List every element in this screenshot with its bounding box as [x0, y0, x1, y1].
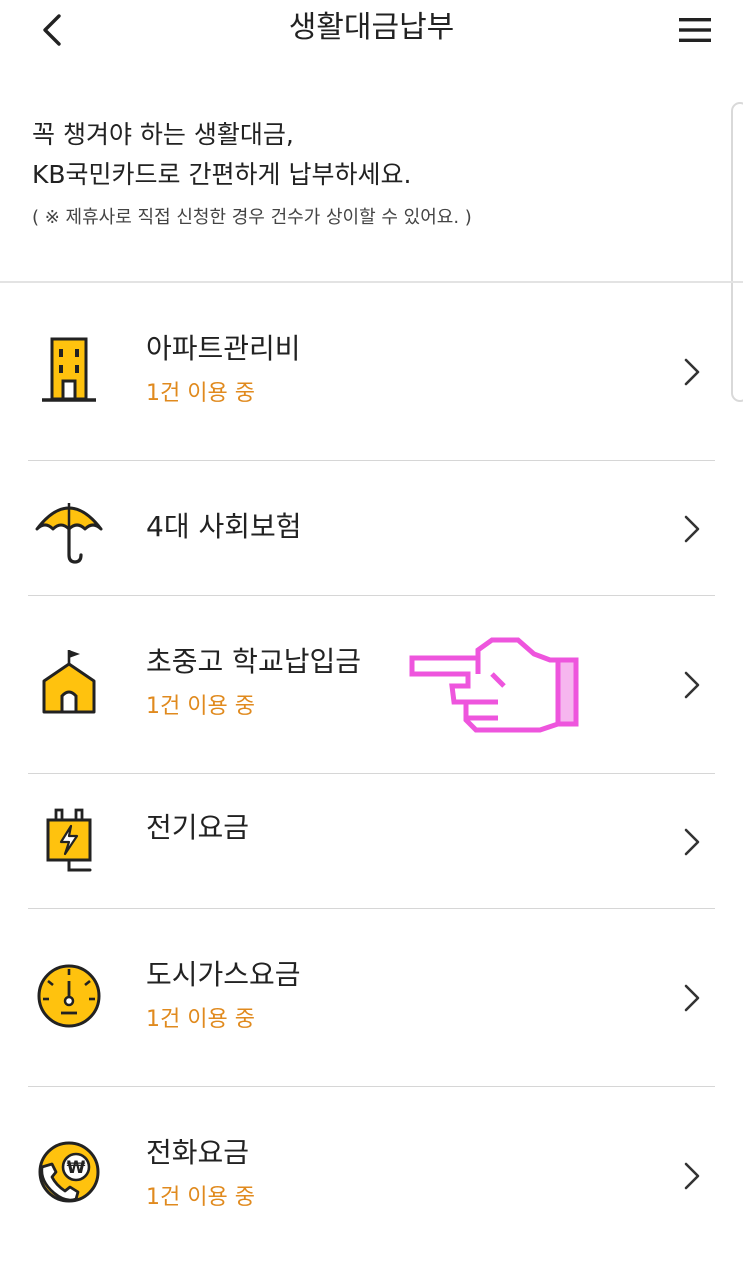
page-title: 생활대금납부 — [288, 10, 455, 45]
school-icon — [34, 646, 104, 716]
menu-button[interactable] — [675, 10, 715, 50]
list-item-electricity-bill[interactable]: 전기요금 — [0, 774, 743, 909]
item-name: 아파트관리비 — [146, 332, 301, 365]
hamburger-menu-icon — [679, 18, 711, 42]
apartment-building-icon — [34, 335, 104, 405]
phone-won-icon: ₩ — [34, 1137, 104, 1207]
back-button[interactable] — [30, 8, 74, 52]
chevron-left-icon — [43, 14, 61, 46]
intro-line-2: KB국민카드로 간편하게 납부하세요. — [32, 160, 412, 189]
item-status: 1건 이용 중 — [146, 1185, 255, 1210]
umbrella-icon — [34, 495, 104, 565]
chevron-right-icon — [684, 358, 700, 386]
svg-text:₩: ₩ — [67, 1158, 86, 1178]
payment-list: 아파트관리비 1건 이용 중 4대 사회보험 초중고 학교납입금 1건 이용 중… — [0, 283, 743, 1265]
list-item-school-fee[interactable]: 초중고 학교납입금 1건 이용 중 — [0, 596, 743, 774]
intro-section: 꼭 챙겨야 하는 생활대금, KB국민카드로 간편하게 납부하세요. ( ※ 제… — [32, 115, 712, 233]
intro-note: ( ※ 제휴사로 직접 신청한 경우 건수가 상이할 수 있어요. ) — [32, 207, 472, 228]
item-status: 1건 이용 중 — [146, 1007, 255, 1032]
electric-plug-icon — [34, 806, 104, 876]
chevron-right-icon — [684, 515, 700, 543]
chevron-right-icon — [684, 984, 700, 1012]
app-header: 생활대금납부 — [0, 0, 743, 62]
item-name: 전기요금 — [146, 811, 250, 844]
item-name: 초중고 학교납입금 — [146, 645, 361, 678]
chevron-right-icon — [684, 828, 700, 856]
item-name: 전화요금 — [146, 1136, 250, 1169]
list-item-gas-bill[interactable]: 도시가스요금 1건 이용 중 — [0, 909, 743, 1087]
intro-line-1: 꼭 챙겨야 하는 생활대금, — [32, 120, 294, 149]
item-status: 1건 이용 중 — [146, 694, 255, 719]
item-name: 도시가스요금 — [146, 958, 301, 991]
gas-gauge-icon — [34, 961, 104, 1031]
chevron-right-icon — [684, 671, 700, 699]
list-item-social-insurance[interactable]: 4대 사회보험 — [0, 461, 743, 596]
item-name: 4대 사회보험 — [146, 510, 302, 543]
chevron-right-icon — [684, 1162, 700, 1190]
list-item-apartment-fee[interactable]: 아파트관리비 1건 이용 중 — [0, 283, 743, 461]
list-item-phone-bill[interactable]: ₩ 전화요금 1건 이용 중 — [0, 1087, 743, 1265]
item-status: 1건 이용 중 — [146, 381, 255, 406]
